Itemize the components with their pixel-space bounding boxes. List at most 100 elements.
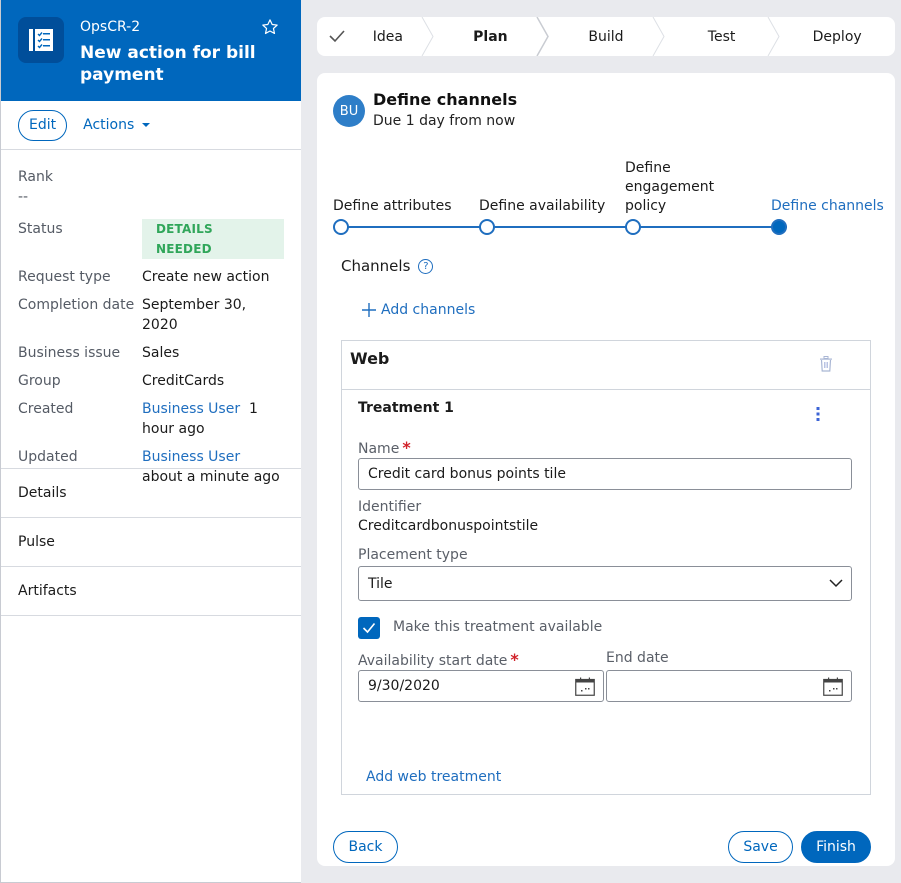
field-label: Business issue <box>18 345 121 361</box>
name-label: Name * <box>358 438 411 457</box>
name-input[interactable] <box>358 458 852 490</box>
stage-bar: Idea Plan Build Test Deploy <box>317 17 895 56</box>
rank-label: Rank <box>18 169 53 185</box>
actions-label: Actions <box>83 117 135 133</box>
save-button[interactable]: Save <box>728 831 793 863</box>
field-label: Request type <box>18 269 111 285</box>
updated-by-link[interactable]: Business User <box>142 449 240 465</box>
stage-build[interactable]: Build <box>548 17 665 56</box>
assignment-title: Define channels <box>373 90 518 109</box>
calendar-icon[interactable] <box>575 677 595 696</box>
checkmark-icon <box>362 622 376 634</box>
field-value: September 30, 2020 <box>142 297 247 333</box>
rank-value: -- <box>18 189 29 205</box>
add-channels-link[interactable]: Add channels <box>361 302 475 318</box>
caret-down-icon <box>142 123 151 127</box>
field-label: Completion date <box>18 297 135 313</box>
check-icon <box>329 30 345 43</box>
step-label-channels: Define channels <box>771 198 884 214</box>
case-title: New action for bill payment <box>80 43 256 85</box>
assignment-due: Due 1 day from now <box>373 113 516 129</box>
case-nav: Details Pulse Artifacts <box>1 468 301 616</box>
field-label: Created <box>18 401 74 417</box>
channels-label: Channels <box>341 257 411 275</box>
start-date-input[interactable]: 9/30/2020 <box>358 670 604 702</box>
channel-name: Web <box>350 349 390 368</box>
end-date-input[interactable] <box>606 670 852 702</box>
identifier-value: Creditcardbonuspointstile <box>358 518 539 534</box>
created-by-link[interactable]: Business User <box>142 401 240 417</box>
stage-label: Deploy <box>812 28 862 45</box>
placement-type-label: Placement type <box>358 547 468 563</box>
trash-icon[interactable] <box>819 356 833 376</box>
web-channel-header: Web <box>342 341 870 390</box>
back-button[interactable]: Back <box>333 831 398 863</box>
treatment-title: Treatment 1 <box>358 400 454 416</box>
stage-test[interactable]: Test <box>664 17 780 56</box>
end-date-label: End date <box>606 650 669 666</box>
add-web-treatment-link[interactable]: Add web treatment <box>366 769 501 785</box>
plus-icon <box>362 303 376 317</box>
status-badge: DETAILS NEEDED <box>142 219 284 259</box>
step-dot-availability[interactable] <box>479 219 495 235</box>
nav-item-artifacts[interactable]: Artifacts <box>1 567 301 616</box>
field-group: Group CreditCards <box>18 371 284 391</box>
stage-deploy[interactable]: Deploy <box>779 17 895 56</box>
field-label: Status <box>18 221 63 237</box>
field-value: CreditCards <box>142 373 225 389</box>
case-summary: Rank -- Status DETAILS NEEDED Request ty… <box>1 150 301 487</box>
field-business-issue: Business issue Sales <box>18 343 284 363</box>
stage-label: Idea <box>372 28 403 45</box>
case-id: OpsCR-2 <box>80 19 141 35</box>
avatar: BU <box>333 95 365 127</box>
step-indicator: Define attributes Define availability De… <box>333 159 893 239</box>
start-date-label: Availability start date * <box>358 650 519 669</box>
edit-button[interactable]: Edit <box>18 109 68 141</box>
make-available-checkbox[interactable] <box>358 617 380 639</box>
placement-type-value: Tile <box>368 575 393 592</box>
actions-menu-button[interactable]: Actions <box>83 117 151 133</box>
step-connector <box>347 226 787 228</box>
make-available-label: Make this treatment available <box>393 619 603 635</box>
step-dot-engagement-policy[interactable] <box>625 219 641 235</box>
step-dot-channels[interactable] <box>771 219 787 235</box>
assignment-card: BU Define channels Due 1 day from now De… <box>317 73 895 866</box>
help-icon[interactable]: ? <box>418 258 434 274</box>
stage-plan[interactable]: Plan <box>433 17 550 56</box>
stage-label: Test <box>707 28 736 45</box>
nav-item-pulse[interactable]: Pulse <box>1 518 301 567</box>
field-created: Created Business User 1 hour ago <box>18 399 284 439</box>
star-icon[interactable] <box>261 18 279 40</box>
web-channel-panel: Web Treatment 1 Name* Identifier Creditc… <box>341 340 871 795</box>
field-request-type: Request type Create new action <box>18 267 284 287</box>
start-date-value: 9/30/2020 <box>368 678 440 694</box>
name-label-text: Name <box>358 441 400 457</box>
case-header: OpsCR-2 New action for bill payment <box>1 0 301 101</box>
field-value: Create new action <box>142 269 270 285</box>
field-completion-date: Completion date September 30, 2020 <box>18 295 284 335</box>
field-value: Sales <box>142 345 180 361</box>
step-label-engagement-policy: Define engagement policy <box>625 160 715 214</box>
case-type-icon <box>18 17 64 63</box>
stage-idea[interactable]: Idea <box>317 17 434 56</box>
step-label-availability: Define availability <box>479 198 606 214</box>
case-action-bar: Edit Actions <box>1 101 301 150</box>
field-label: Group <box>18 373 61 389</box>
calendar-icon[interactable] <box>823 677 843 696</box>
case-summary-panel: OpsCR-2 New action for bill payment Edit… <box>0 0 301 883</box>
stage-label: Plan <box>473 28 508 45</box>
add-channels-label: Add channels <box>381 302 476 318</box>
channels-section-label: Channels ? <box>341 257 434 275</box>
required-indicator: * <box>510 650 519 669</box>
more-options-icon[interactable] <box>816 407 820 425</box>
step-dot-attributes[interactable] <box>333 219 349 235</box>
identifier-label: Identifier <box>358 499 422 515</box>
required-indicator: * <box>402 438 411 457</box>
start-date-label-text: Availability start date <box>358 653 508 669</box>
stage-label: Build <box>588 28 624 45</box>
nav-item-details[interactable]: Details <box>1 469 301 518</box>
step-label-attributes: Define attributes <box>333 198 452 214</box>
finish-button[interactable]: Finish <box>801 831 871 863</box>
placement-type-select[interactable]: Tile <box>358 566 852 601</box>
field-status: Status DETAILS NEEDED <box>18 219 284 259</box>
